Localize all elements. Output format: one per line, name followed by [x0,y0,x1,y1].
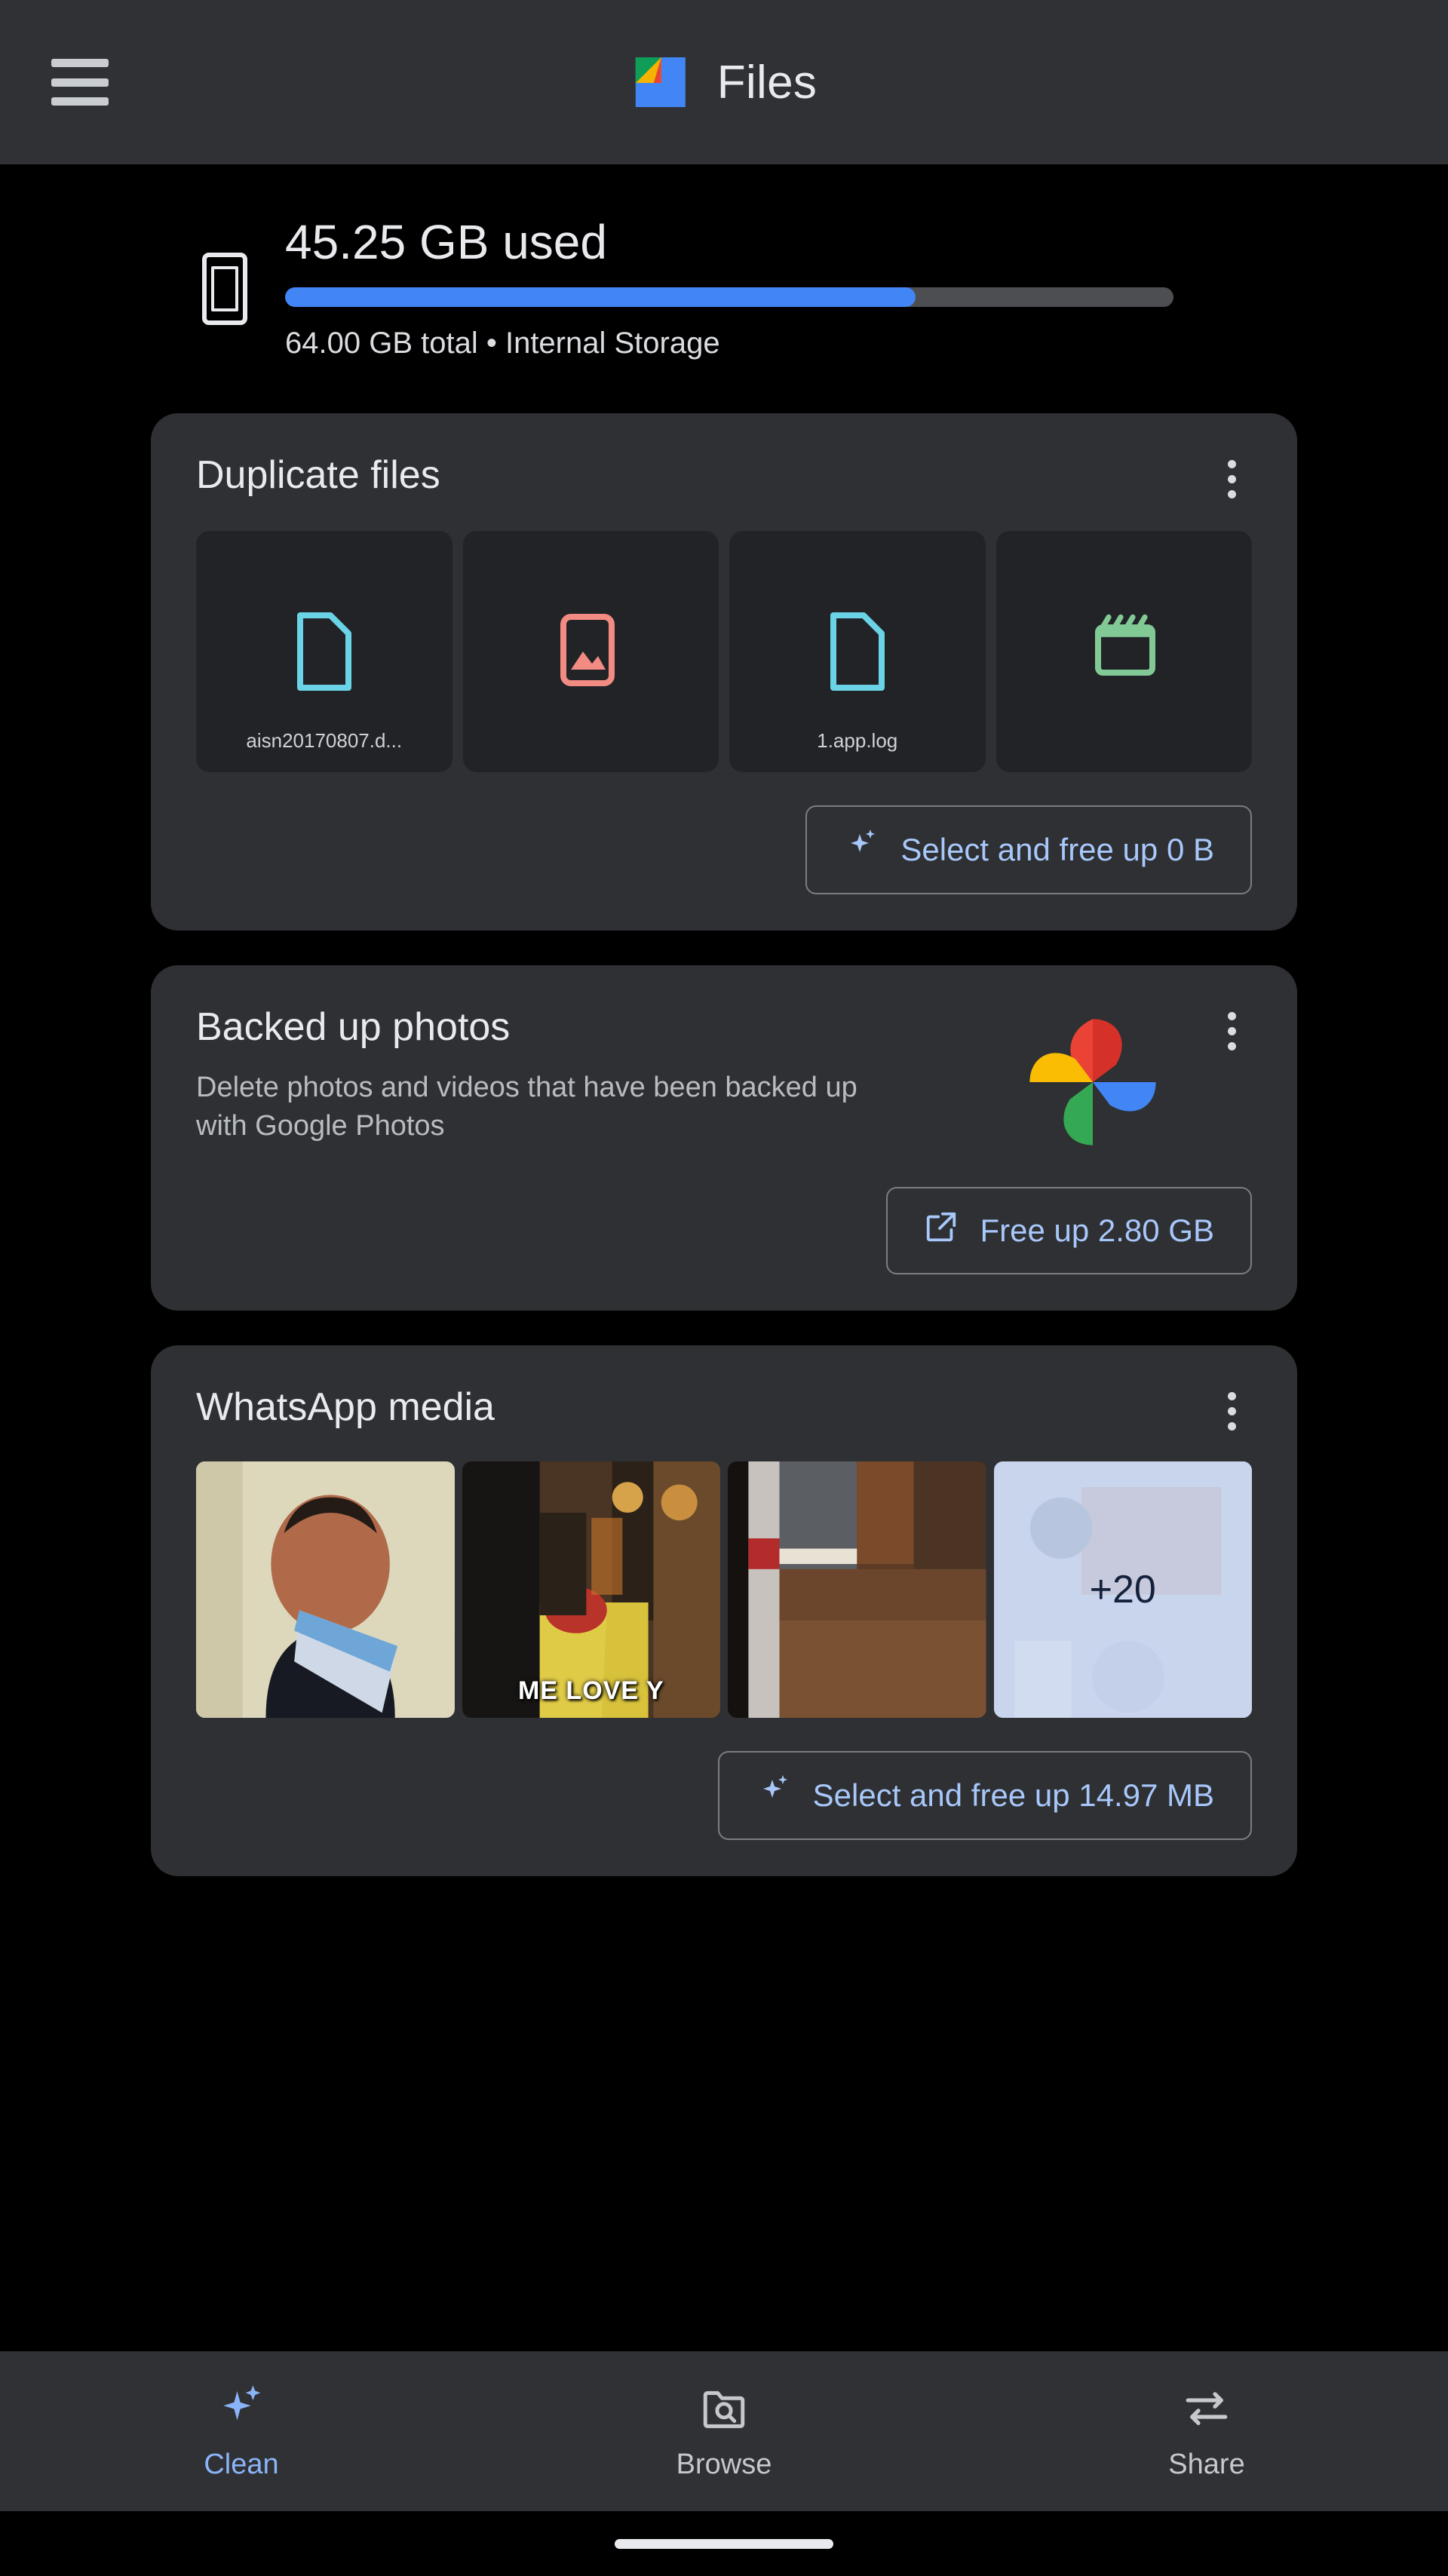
button-label: Select and free up 14.97 MB [812,1777,1214,1814]
storage-total-label: 64.00 GB total • Internal Storage [285,327,720,360]
storage-summary: 45.25 GB used 64.00 GB total • Internal … [202,164,1448,360]
media-thumbnail[interactable] [196,1461,455,1719]
nav-item-clean[interactable]: Clean [0,2382,483,2481]
media-thumbnail[interactable] [728,1461,986,1719]
sparkle-icon [216,2382,266,2435]
backed-up-photos-title: Backed up photos [196,1005,511,1050]
video-file-icon [1091,612,1157,691]
card-header: WhatsApp media [196,1385,1252,1431]
sparkle-icon [843,828,879,872]
storage-progress-bar [285,287,1173,308]
open-in-new-icon [924,1210,959,1252]
backed-up-photos-more-vert-icon[interactable] [1211,1010,1252,1051]
top-app-bar: Files [0,0,1448,164]
select-and-free-up-whatsapp-button[interactable]: Select and free up 14.97 MB [717,1751,1252,1841]
storage-used-label: 45.25 GB used [285,215,607,269]
app-bar-brand: Files [631,53,817,112]
google-photos-icon [1021,1010,1164,1154]
sparkle-icon [756,1774,792,1817]
system-gesture-bar [0,2511,1448,2576]
whatsapp-media-card: WhatsApp media ME LOVE Y +20 Select and … [151,1345,1297,1877]
duplicate-file-tile[interactable] [462,531,719,773]
files-app-screen: Files 45.25 GB used 64.00 GB total • Int… [0,0,1448,2576]
storage-progress-fill [285,287,916,308]
more-photos-overlay: +20 [993,1461,1252,1719]
free-up-photos-button[interactable]: Free up 2.80 GB [886,1187,1252,1275]
bottom-navigation-bar: Clean Browse Share [0,2351,1448,2511]
whatsapp-media-thumbnails: ME LOVE Y +20 [196,1461,1252,1719]
app-title: Files [716,56,818,109]
gesture-pill [615,2538,833,2549]
hamburger-menu-icon[interactable] [51,59,109,106]
backed-up-photos-subtitle: Delete photos and videos that have been … [196,1072,857,1142]
nav-item-share[interactable]: Share [965,2382,1448,2481]
duplicate-file-tiles: aisn20170807.d... 1.app.log [196,531,1252,773]
card-actions: Free up 2.80 GB [196,1187,1252,1275]
duplicate-file-tile[interactable]: aisn20170807.d... [196,531,452,773]
card-actions: Select and free up 0 B [196,805,1252,895]
card-header: Backed up photos Delete photos and video… [196,1005,1252,1154]
backed-up-photos-card: Backed up photos Delete photos and video… [151,965,1297,1311]
document-file-icon [291,612,357,692]
media-thumbnail[interactable]: ME LOVE Y [462,1461,720,1719]
nav-label-clean: Clean [204,2448,279,2480]
phone-icon [202,253,247,326]
button-label: Free up 2.80 GB [980,1213,1214,1249]
media-caption: ME LOVE Y [517,1676,664,1706]
whatsapp-media-more-vert-icon[interactable] [1211,1391,1252,1431]
nav-label-share: Share [1168,2448,1245,2480]
duplicate-files-title: Duplicate files [196,453,440,498]
nav-label-browse: Browse [676,2448,772,2480]
duplicate-files-card: Duplicate files aisn20170807.d... 1.app.… [151,413,1297,931]
document-file-icon [824,612,891,692]
duplicate-file-name: aisn20170807.d... [246,729,403,753]
clean-tab-content: 45.25 GB used 64.00 GB total • Internal … [0,164,1448,2351]
google-files-logo [631,53,690,112]
duplicate-file-name: 1.app.log [817,729,898,753]
duplicate-file-tile[interactable] [996,531,1252,773]
button-label: Select and free up 0 B [900,832,1214,868]
duplicate-files-more-vert-icon[interactable] [1211,458,1252,499]
media-thumbnail-more[interactable]: +20 [993,1461,1252,1719]
nav-item-browse[interactable]: Browse [483,2382,965,2481]
image-file-icon [557,612,624,691]
card-actions: Select and free up 14.97 MB [196,1751,1252,1841]
card-header: Duplicate files [196,453,1252,499]
duplicate-file-tile[interactable]: 1.app.log [729,531,986,773]
select-and-free-up-duplicates-button[interactable]: Select and free up 0 B [805,805,1252,895]
folder-search-icon [699,2382,749,2435]
whatsapp-media-title: WhatsApp media [196,1385,495,1430]
share-transfer-icon [1182,2382,1232,2435]
